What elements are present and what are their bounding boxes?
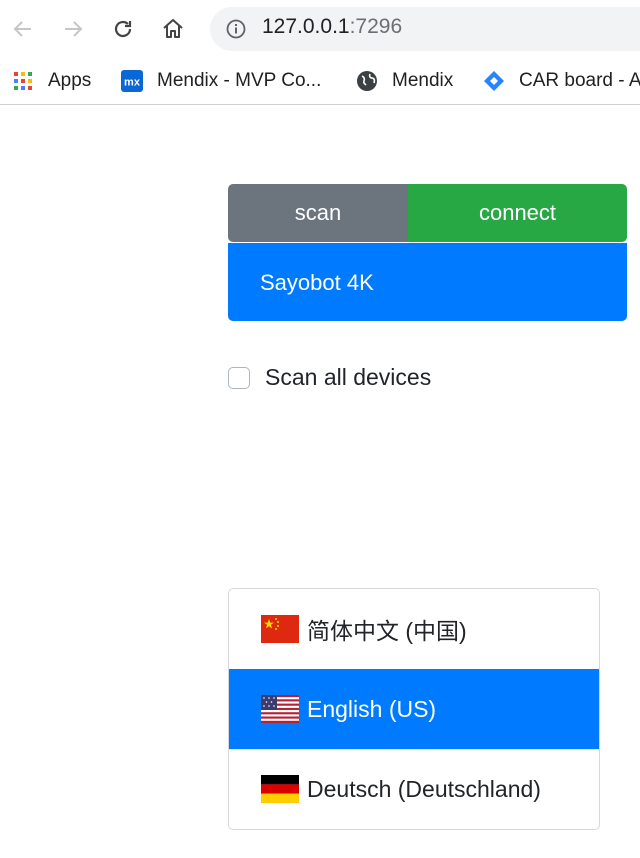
globe-icon [356,70,378,92]
language-item-de-de[interactable]: Deutsch (Deutschland) [229,749,599,829]
bookmark-car-board[interactable]: CAR board - A [483,67,640,95]
connect-button[interactable]: connect [408,184,627,242]
bookmarks-bar: Apps mx Mendix - MVP Co... Mendix CAR bo… [0,58,640,105]
language-label: Deutsch (Deutschland) [307,775,541,802]
bookmark-apps[interactable]: Apps [12,67,91,95]
back-arrow-icon[interactable] [6,12,40,46]
bookmark-label: Mendix - MVP Co... [157,70,322,91]
browser-toolbar: 127.0.0.1:7296 [0,0,640,58]
device-list: Sayobot 4K [228,243,627,321]
bookmark-mendix-mvp[interactable]: mx Mendix - MVP Co... [121,67,321,95]
scan-all-row[interactable]: Scan all devices [228,364,431,391]
home-icon[interactable] [156,12,190,46]
url-host: 127.0.0.1 [262,15,350,38]
language-label: 简体中文 (中国) [307,618,467,644]
reload-icon[interactable] [106,12,140,46]
url-port: :7296 [349,15,403,38]
bookmark-label: CAR board - A [519,70,640,91]
language-list: 简体中文 (中国) English (US) Deutsch (Deutschl… [228,588,600,830]
svg-text:mx: mx [124,77,141,89]
device-button-group: scan connect [228,184,627,242]
bookmark-mendix[interactable]: Mendix [356,67,453,95]
de-flag-icon [261,775,299,803]
address-url[interactable]: 127.0.0.1:7296 [262,15,402,39]
scan-button[interactable]: scan [228,184,408,242]
us-flag-icon [261,695,299,723]
bookmark-label: Apps [48,70,92,91]
jira-diamond-icon [483,70,505,92]
bookmark-label: Mendix [392,70,454,91]
cn-flag-icon [261,615,299,643]
apps-grid-icon [12,70,34,92]
language-item-en-us[interactable]: English (US) [229,669,599,749]
mendix-mx-icon: mx [121,70,143,92]
language-item-zh-cn[interactable]: 简体中文 (中国) [229,589,599,669]
scan-all-checkbox[interactable] [228,366,250,389]
forward-arrow-icon[interactable] [56,12,90,46]
device-item[interactable]: Sayobot 4K [260,270,374,296]
info-icon[interactable] [226,19,246,39]
scan-all-label[interactable]: Scan all devices [265,364,431,391]
language-label: English (US) [307,695,437,722]
